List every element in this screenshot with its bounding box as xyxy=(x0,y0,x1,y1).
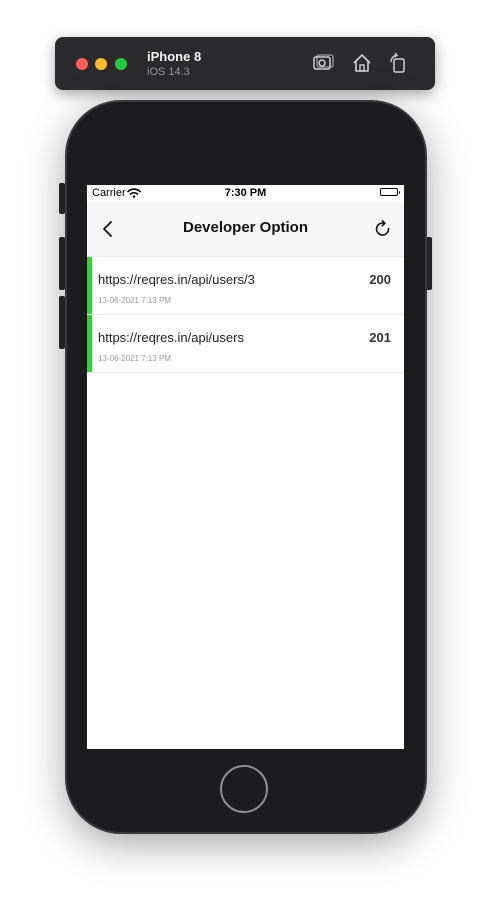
zoom-window-button[interactable] xyxy=(115,58,127,70)
response-code: 200 xyxy=(369,272,391,287)
status-indicator xyxy=(87,315,92,372)
simulator-title-bar: iPhone 8 iOS 14.3 xyxy=(55,37,435,90)
minimize-window-button[interactable] xyxy=(95,58,107,70)
refresh-icon[interactable] xyxy=(373,219,393,239)
request-url: https://reqres.in/api/users/3 xyxy=(98,272,255,287)
status-time: 7:30 PM xyxy=(224,187,267,199)
response-code: 201 xyxy=(369,330,391,345)
request-timestamp: 13-06-2021 7:13 PM xyxy=(98,296,171,305)
battery-icon xyxy=(380,188,400,196)
request-timestamp: 13-06-2021 7:13 PM xyxy=(98,354,171,363)
list-item[interactable]: https://reqres.in/api/users 201 13-06-20… xyxy=(87,315,404,373)
request-url: https://reqres.in/api/users xyxy=(98,330,244,345)
navigation-bar: Developer Option xyxy=(87,202,404,257)
home-icon[interactable] xyxy=(351,52,373,74)
home-button[interactable] xyxy=(220,765,268,813)
api-log-list: https://reqres.in/api/users/3 200 13-06-… xyxy=(87,257,404,373)
page-title: Developer Option xyxy=(182,219,309,236)
status-bar: Carrier 7:30 PM xyxy=(87,185,404,202)
simulator-os-version: iOS 14.3 xyxy=(147,66,190,78)
screenshot-icon[interactable] xyxy=(312,52,334,74)
simulator-stage: iPhone 8 iOS 14.3 Carrier 7:30 PM Develo… xyxy=(0,0,491,909)
simulator-device-name: iPhone 8 xyxy=(147,49,202,64)
app-screen: Carrier 7:30 PM Developer Option https:/… xyxy=(87,185,404,749)
close-window-button[interactable] xyxy=(76,58,88,70)
rotate-icon[interactable] xyxy=(387,52,409,74)
list-item[interactable]: https://reqres.in/api/users/3 200 13-06-… xyxy=(87,257,404,315)
status-indicator xyxy=(87,257,92,314)
